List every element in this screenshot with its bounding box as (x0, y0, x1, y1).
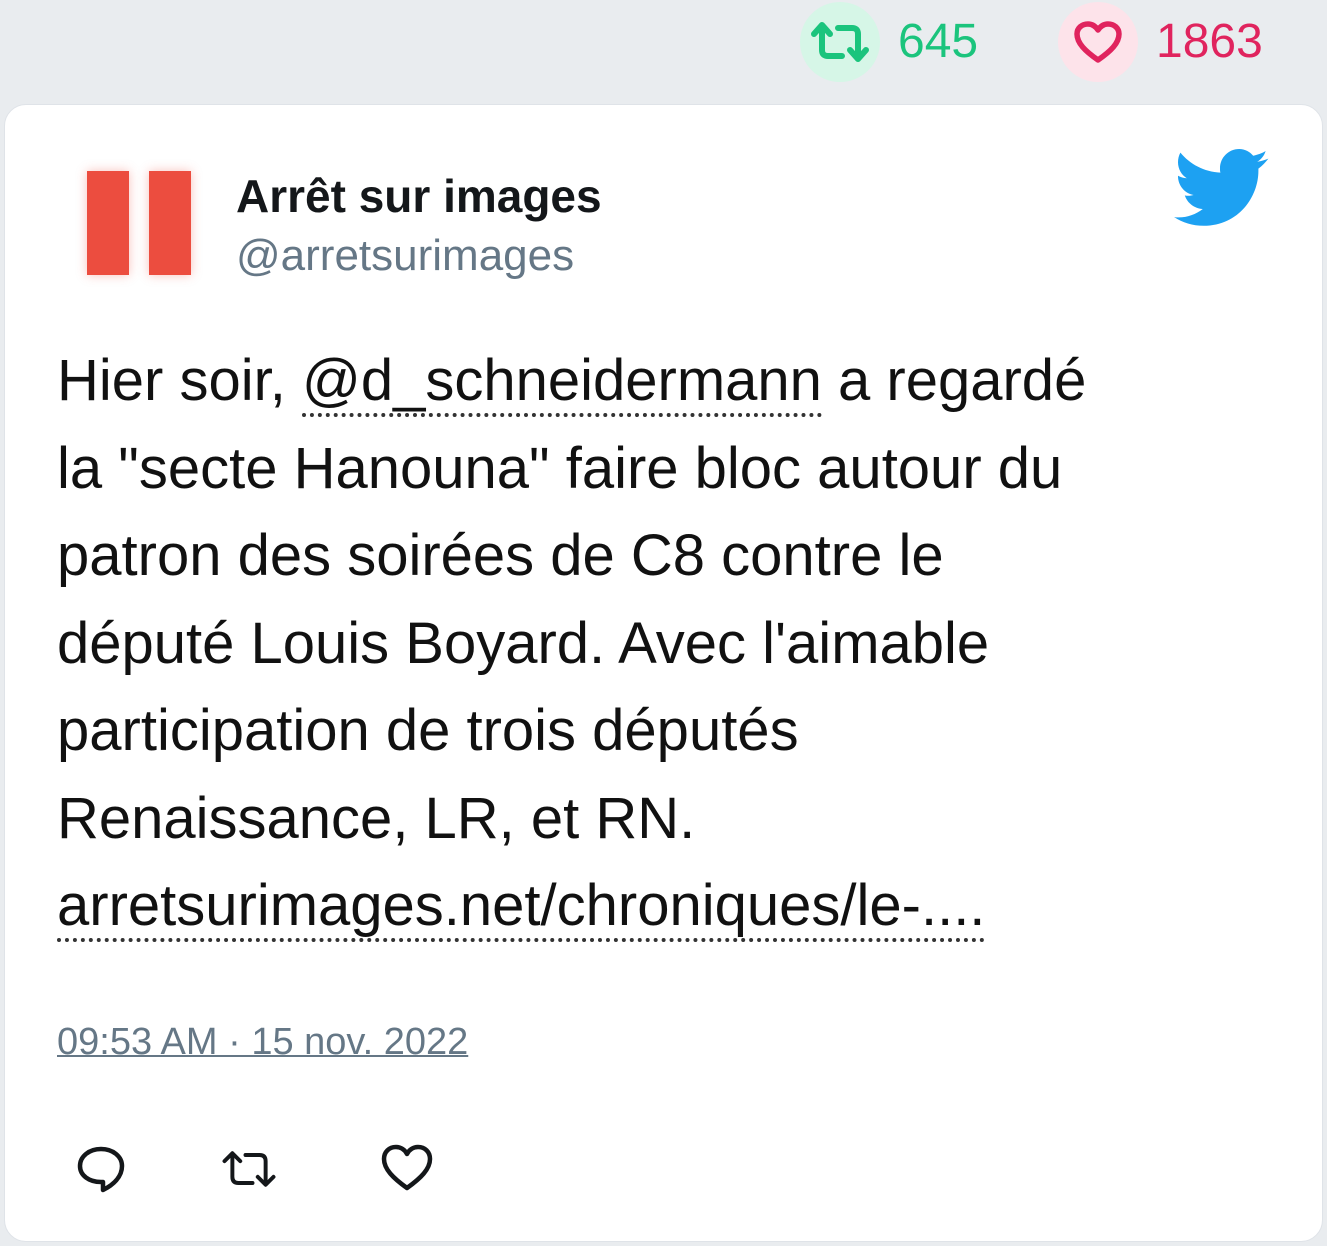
tweet-line-7: arretsurimages.net/chroniques/le-.... (57, 862, 1277, 950)
tweet-line-1: Hier soir, @d_schneidermann a regardé (57, 337, 1277, 425)
like-stat[interactable]: 1863 (1058, 2, 1263, 82)
twitter-bird-icon[interactable] (1173, 149, 1271, 229)
tweet-line-4: député Louis Boyard. Avec l'aimable (57, 610, 990, 676)
avatar-bar-right (149, 171, 191, 275)
author-handle[interactable]: @arretsurimages (236, 231, 574, 281)
tweet-card: Arrêt sur images @arretsurimages Hier so… (4, 104, 1323, 1242)
tweet-line-6: Renaissance, LR, et RN. (57, 785, 696, 851)
retweet-stat-icon (800, 2, 880, 82)
tweet-line-5: participation de trois députés (57, 698, 799, 763)
avatar-bar-left (87, 171, 129, 275)
avatar[interactable] (75, 163, 205, 287)
mention-link[interactable]: @d_schneidermann (301, 348, 822, 417)
retweet-icon[interactable] (221, 1141, 277, 1197)
retweet-stat[interactable]: 645 (800, 2, 978, 82)
tweet-text: Hier soir, @d_schneidermann a regardé la… (57, 337, 1277, 950)
like-count: 1863 (1156, 15, 1263, 68)
heart-icon[interactable] (379, 1141, 435, 1197)
tweet-timestamp[interactable]: 09:53 AM · 15 nov. 2022 (57, 1021, 468, 1064)
author-display-name[interactable]: Arrêt sur images (236, 169, 602, 223)
tweet-text-prefix: Hier soir, (57, 348, 302, 413)
tweet-text-after-mention: a regardé (821, 348, 1087, 413)
action-bar (5, 1135, 1322, 1205)
like-stat-icon (1058, 2, 1138, 82)
stats-bar: 645 1863 (0, 0, 1327, 98)
retweet-count: 645 (898, 15, 979, 68)
article-link[interactable]: arretsurimages.net/chroniques/le-.... (57, 873, 986, 942)
tweet-line-3: patron des soirées de C8 contre le (57, 523, 944, 588)
tweet-line-2: la "secte Hanouna" faire bloc autour du (57, 435, 1063, 501)
reply-icon[interactable] (73, 1141, 129, 1197)
